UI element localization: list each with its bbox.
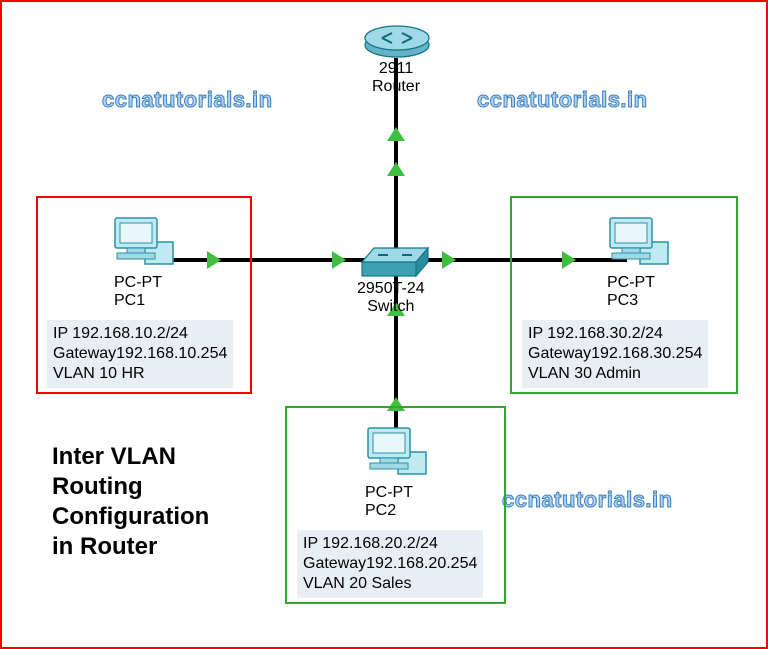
diagram-title: Inter VLAN Routing Configuration in Rout…	[52, 442, 209, 562]
arrow-icon	[387, 162, 405, 176]
router-type: Router	[372, 78, 420, 95]
router-label: 2911 Router	[372, 60, 420, 97]
title-l3: Configuration	[52, 502, 209, 532]
title-l2: Routing	[52, 472, 209, 502]
switch-model: 2950T-24	[357, 280, 425, 297]
router-icon	[362, 10, 432, 60]
pc2-zone	[285, 406, 506, 604]
router-model: 2911	[379, 60, 413, 77]
arrow-icon	[442, 251, 456, 269]
switch-type: Switch	[367, 298, 414, 315]
pc3-zone	[510, 196, 738, 394]
watermark: ccnatutorials.in	[102, 87, 273, 113]
watermark: ccnatutorials.in	[502, 487, 673, 513]
pc1-zone	[36, 196, 252, 394]
arrow-icon	[387, 127, 405, 141]
arrow-icon	[332, 251, 346, 269]
title-l4: in Router	[52, 532, 209, 562]
diagram-canvas: ccnatutorials.in ccnatutorials.in ccnatu…	[0, 0, 768, 649]
switch-label: 2950T-24 Switch	[357, 280, 425, 317]
switch-icon	[360, 244, 430, 280]
title-l1: Inter VLAN	[52, 442, 209, 472]
watermark: ccnatutorials.in	[477, 87, 648, 113]
